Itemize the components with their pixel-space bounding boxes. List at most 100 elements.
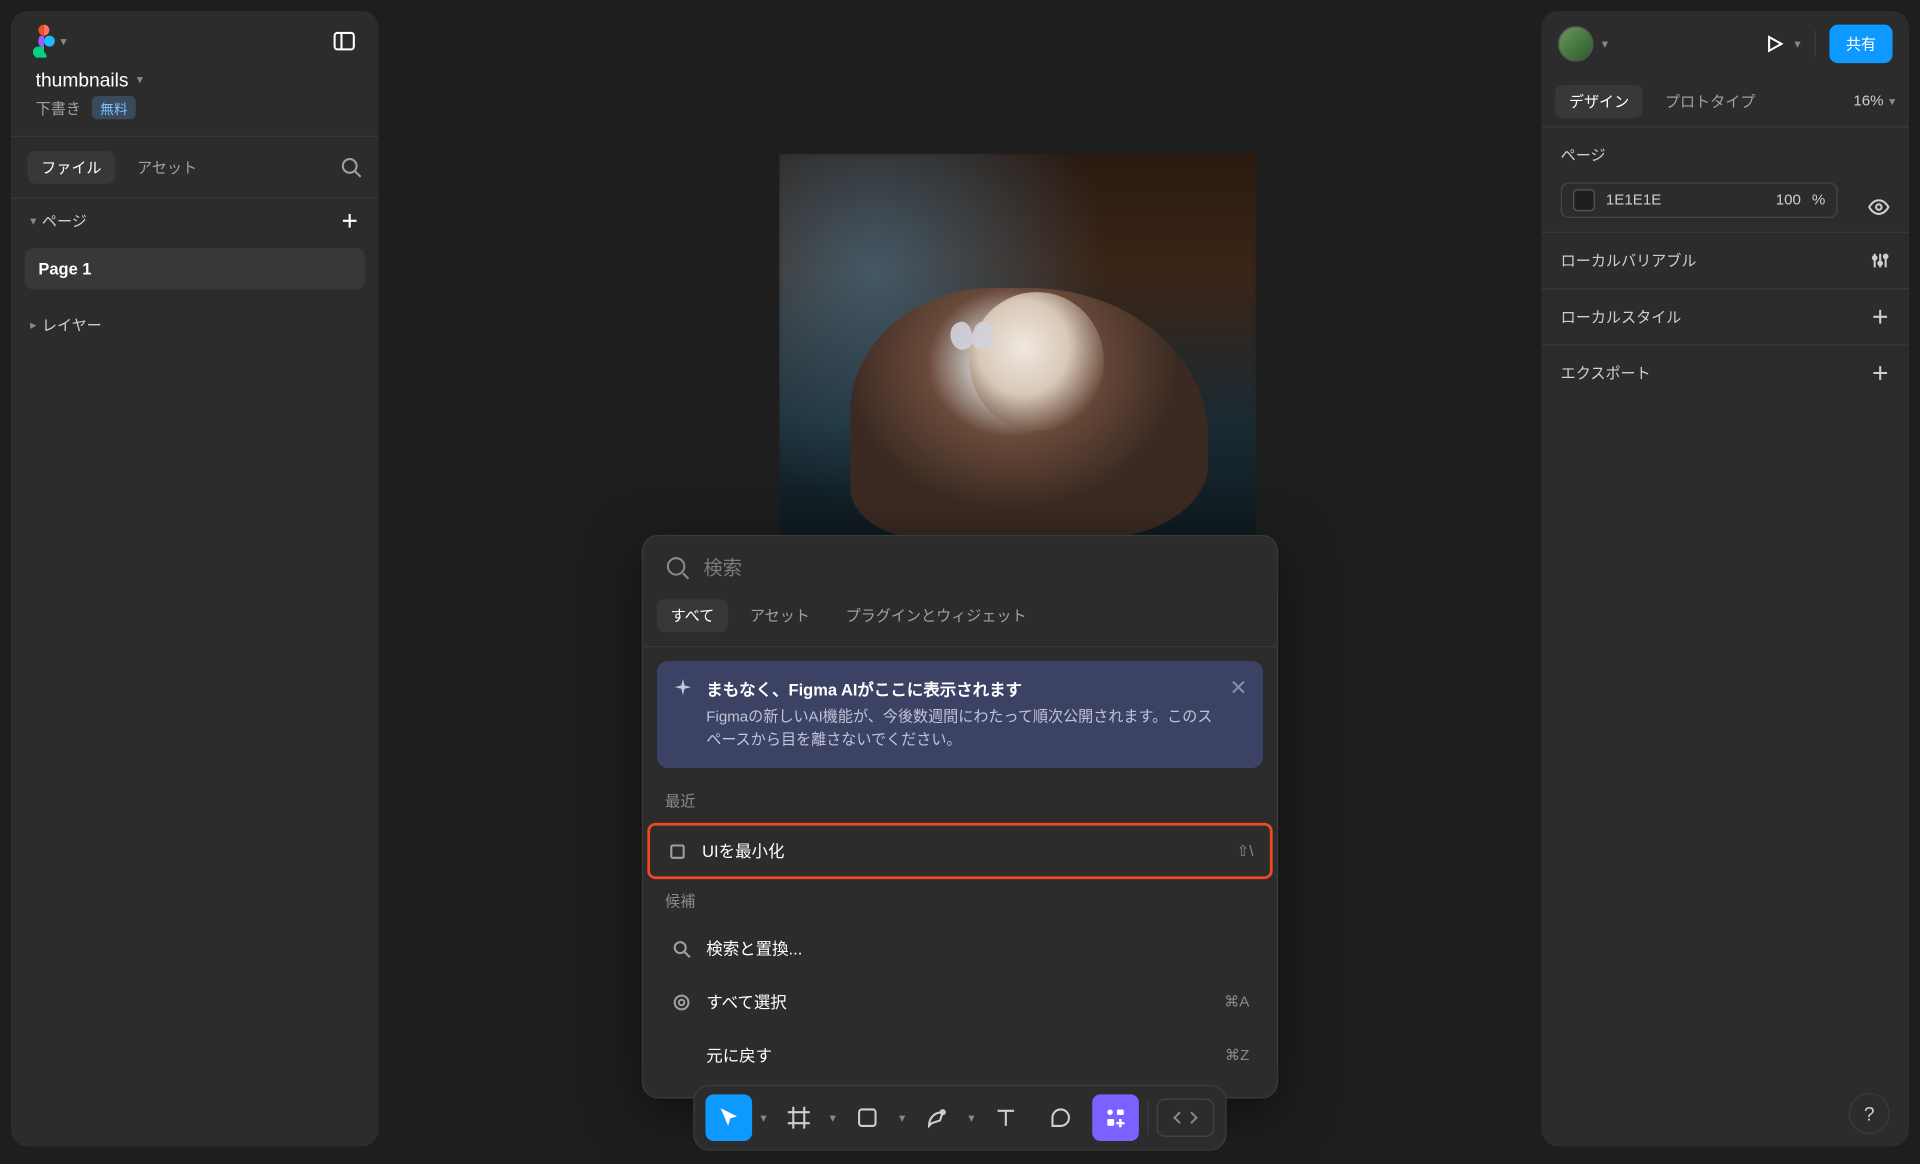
chevron-down-icon[interactable]: ▾ (968, 1110, 974, 1125)
plan-badge[interactable]: 無料 (92, 96, 136, 119)
layers-section-toggle[interactable]: ▸ レイヤー (11, 295, 379, 355)
plus-icon (1871, 307, 1890, 326)
suggestions-label: 候補 (643, 882, 1277, 920)
chevron-down-icon[interactable]: ▾ (1602, 36, 1608, 51)
divider (1814, 30, 1815, 57)
play-icon (1764, 33, 1786, 55)
tab-design[interactable]: デザイン (1555, 85, 1643, 118)
section-export[interactable]: エクスポート (1541, 344, 1909, 400)
export-label: エクスポート (1561, 362, 1651, 384)
qa-item-label: UIを最小化 (702, 839, 784, 862)
chevron-down-icon[interactable]: ▾ (830, 1110, 836, 1125)
qa-tab-assets[interactable]: アセット (736, 599, 823, 632)
figma-logo-icon (33, 25, 55, 58)
avatar[interactable] (1558, 26, 1594, 62)
background-color-row[interactable]: 1E1E1E 100 % (1561, 182, 1838, 218)
chevron-down-icon: ▾ (137, 72, 143, 87)
cursor-icon (716, 1105, 741, 1130)
visibility-toggle[interactable] (1868, 196, 1909, 218)
placeholder-shape (951, 323, 995, 356)
project-title-row[interactable]: thumbnails ▾ (11, 66, 379, 96)
color-swatch[interactable] (1573, 189, 1595, 211)
plus-icon (340, 211, 359, 230)
dev-mode-icon (1172, 1108, 1199, 1127)
qa-item-minimize-ui[interactable]: UIを最小化 ⇧\ (647, 823, 1272, 879)
shape-tool[interactable] (844, 1094, 891, 1141)
panel-icon (332, 29, 357, 54)
section-page-label: ページ (1561, 144, 1606, 166)
draft-label[interactable]: 下書き (36, 97, 81, 119)
chevron-down-icon: ▾ (60, 34, 66, 49)
help-button[interactable]: ? (1849, 1093, 1890, 1134)
collapse-panel-button[interactable] (332, 29, 357, 54)
chevron-right-icon: ▸ (30, 317, 36, 332)
chevron-down-icon: ▾ (1889, 94, 1895, 109)
plus-icon (1871, 363, 1890, 382)
qa-tab-plugins[interactable]: プラグインとウィジェット (832, 599, 1040, 632)
shortcut: ⌘A (1224, 993, 1249, 1011)
shortcut: ⇧\ (1237, 842, 1254, 860)
square-icon (667, 840, 689, 862)
opacity-value[interactable]: 100 (1776, 192, 1801, 208)
tab-file[interactable]: ファイル (27, 151, 115, 184)
search-icon (340, 156, 362, 178)
text-tool[interactable] (983, 1094, 1030, 1141)
chevron-down-icon[interactable]: ▾ (1794, 36, 1800, 51)
actions-tool[interactable] (1092, 1094, 1139, 1141)
share-button[interactable]: 共有 (1829, 25, 1892, 63)
present-button[interactable] (1764, 33, 1786, 55)
tab-assets[interactable]: アセット (123, 151, 210, 184)
zoom-dropdown[interactable]: 16% ▾ (1853, 93, 1895, 109)
section-local-variables[interactable]: ローカルバリアブル (1541, 232, 1909, 288)
recent-label: 最近 (643, 782, 1277, 820)
qa-tab-all[interactable]: すべて (657, 599, 728, 632)
move-tool[interactable] (705, 1094, 752, 1141)
actions-icon (1103, 1105, 1128, 1130)
help-icon: ? (1864, 1103, 1875, 1125)
hex-value[interactable]: 1E1E1E (1606, 192, 1765, 208)
project-name: thumbnails (36, 69, 129, 91)
dev-mode-toggle[interactable] (1157, 1098, 1215, 1136)
canvas-frame-thumbnail[interactable] (779, 154, 1256, 538)
search-button[interactable] (340, 156, 362, 178)
main-menu-button[interactable]: ▾ (33, 25, 67, 58)
add-page-button[interactable] (340, 211, 359, 230)
comment-icon (1049, 1105, 1074, 1130)
chevron-down-icon: ▾ (30, 213, 36, 228)
right-panel: ▾ ▾ 共有 デザイン プロトタイプ 16% ▾ ページ (1541, 11, 1909, 1147)
quick-actions-search-input[interactable] (704, 557, 1255, 579)
pen-icon (924, 1105, 949, 1130)
tab-prototype[interactable]: プロトタイプ (1651, 85, 1769, 118)
local-variables-label: ローカルバリアブル (1561, 250, 1697, 272)
pages-section-toggle[interactable]: ▾ ページ (30, 210, 87, 232)
qa-item-label: 元に戻す (706, 1044, 772, 1067)
search-icon (665, 555, 690, 580)
section-page-header: ページ (1541, 126, 1909, 182)
eye-icon (1868, 196, 1890, 218)
page-item[interactable]: Page 1 (25, 248, 365, 289)
section-local-styles[interactable]: ローカルスタイル (1541, 288, 1909, 344)
quick-actions-modal: すべて アセット プラグインとウィジェット まもなく、Figma AIがここに表… (642, 535, 1278, 1099)
sparkle-icon (673, 679, 692, 698)
pen-tool[interactable] (913, 1094, 960, 1141)
qa-item-find-replace[interactable]: 検索と置換... (651, 923, 1268, 974)
text-icon (994, 1105, 1019, 1130)
chevron-down-icon[interactable]: ▾ (899, 1110, 905, 1125)
qa-item-undo[interactable]: 元に戻す ⌘Z (651, 1030, 1268, 1081)
qa-item-label: 検索と置換... (706, 937, 802, 960)
blank-icon (671, 1044, 693, 1066)
frame-icon (786, 1105, 811, 1130)
ai-banner: まもなく、Figma AIがここに表示されます Figmaの新しいAI機能が、今… (657, 661, 1263, 768)
chevron-down-icon[interactable]: ▾ (760, 1110, 766, 1125)
banner-close-button[interactable] (1230, 679, 1246, 695)
search-icon (671, 937, 693, 959)
opacity-unit: % (1812, 192, 1825, 208)
comment-tool[interactable] (1038, 1094, 1085, 1141)
qa-item-select-all[interactable]: すべて選択 ⌘A (651, 976, 1268, 1027)
frame-tool[interactable] (775, 1094, 822, 1141)
qa-item-label: すべて選択 (706, 990, 786, 1013)
pages-label: ページ (42, 210, 87, 232)
toolbar: ▾ ▾ ▾ ▾ (693, 1085, 1227, 1151)
banner-desc: Figmaの新しいAI機能が、今後数週間にわたって順次公開されます。このスペース… (706, 706, 1213, 751)
close-icon (1230, 679, 1246, 695)
